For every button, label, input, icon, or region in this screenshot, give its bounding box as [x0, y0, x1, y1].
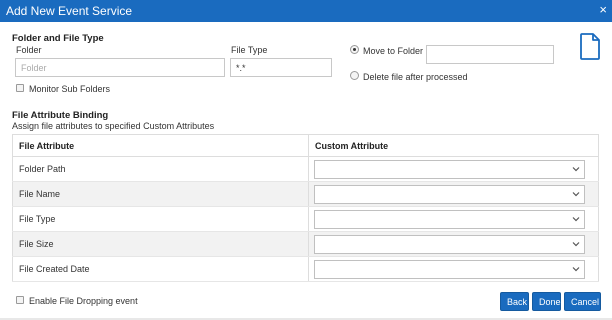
- close-icon[interactable]: ×: [599, 3, 607, 16]
- folder-label: Folder: [16, 45, 42, 55]
- delete-after-radio[interactable]: [350, 71, 359, 80]
- table-row: Folder Path: [12, 156, 599, 182]
- custom-attribute-select[interactable]: [314, 184, 585, 204]
- back-button[interactable]: Back: [500, 292, 529, 311]
- monitor-subfolders-checkbox[interactable]: [16, 84, 24, 92]
- file-attribute-cell: File Created Date: [12, 256, 309, 282]
- dialog-titlebar: Add New Event Service ×: [0, 0, 612, 22]
- done-button[interactable]: Done: [532, 292, 561, 311]
- custom-attribute-cell: [308, 181, 599, 207]
- enable-dropping-label: Enable File Dropping event: [29, 296, 138, 306]
- custom-attribute-select[interactable]: [314, 209, 585, 229]
- folder-input[interactable]: [15, 58, 225, 77]
- custom-attribute-cell: [308, 156, 599, 182]
- column-header-custom-attribute: Custom Attribute: [308, 134, 599, 157]
- filetype-label: File Type: [231, 45, 268, 55]
- file-attribute-cell: Folder Path: [12, 156, 309, 182]
- table-row: File Created Date: [12, 256, 599, 282]
- file-attribute-cell: File Size: [12, 231, 309, 257]
- table-row: File Type: [12, 206, 599, 232]
- binding-section-heading: File Attribute Binding: [12, 110, 109, 121]
- file-attribute-cell: File Type: [12, 206, 309, 232]
- cancel-button[interactable]: Cancel: [564, 292, 601, 311]
- file-attribute-cell: File Name: [12, 181, 309, 207]
- dialog-title: Add New Event Service: [6, 4, 133, 18]
- custom-attribute-cell: [308, 206, 599, 232]
- move-to-folder-label: Move to Folder: [363, 46, 424, 56]
- chevron-down-icon: [572, 241, 580, 246]
- monitor-subfolders-label: Monitor Sub Folders: [29, 84, 111, 94]
- column-header-file-attribute: File Attribute: [12, 134, 309, 157]
- custom-attribute-cell: [308, 256, 599, 282]
- move-to-folder-input[interactable]: [426, 45, 554, 64]
- filetype-input[interactable]: [230, 58, 332, 77]
- document-icon: [580, 33, 600, 60]
- custom-attribute-cell: [308, 231, 599, 257]
- move-to-folder-radio[interactable]: [350, 45, 359, 54]
- table-row: File Name: [12, 181, 599, 207]
- chevron-down-icon: [572, 266, 580, 271]
- chevron-down-icon: [572, 166, 580, 171]
- table-row: File Size: [12, 231, 599, 257]
- chevron-down-icon: [572, 191, 580, 196]
- folder-section-heading: Folder and File Type: [12, 33, 104, 44]
- custom-attribute-select[interactable]: [314, 159, 585, 179]
- chevron-down-icon: [572, 216, 580, 221]
- delete-after-label: Delete file after processed: [363, 72, 468, 82]
- binding-section-subheading: Assign file attributes to specified Cust…: [12, 121, 215, 131]
- custom-attribute-select[interactable]: [314, 259, 585, 279]
- attribute-binding-table: File Attribute Custom Attribute Folder P…: [12, 134, 599, 282]
- table-header-row: File Attribute Custom Attribute: [12, 134, 599, 157]
- enable-dropping-checkbox[interactable]: [16, 296, 24, 304]
- custom-attribute-select[interactable]: [314, 234, 585, 254]
